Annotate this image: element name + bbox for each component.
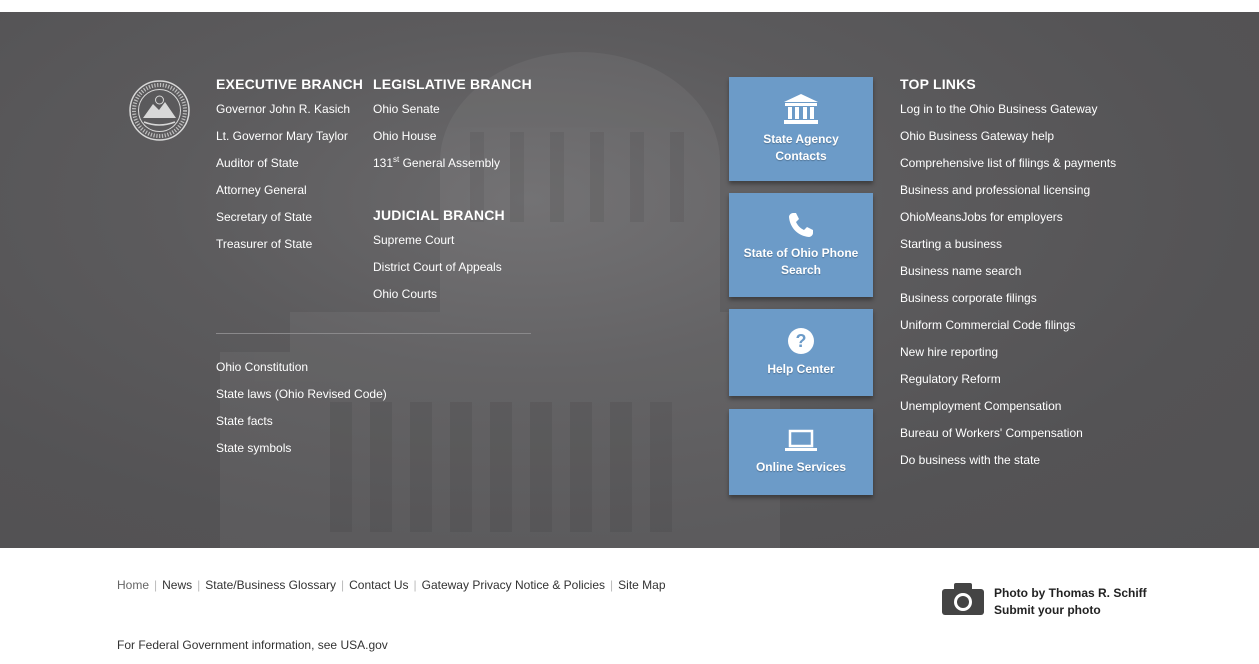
- link-state-facts[interactable]: State facts: [216, 408, 387, 435]
- link-supreme-court[interactable]: Supreme Court: [373, 227, 505, 254]
- top-link[interactable]: Bureau of Workers' Compensation: [900, 420, 1116, 447]
- top-link[interactable]: Log in to the Ohio Business Gateway: [900, 96, 1116, 123]
- federal-text: For Federal Government information, see: [117, 638, 341, 652]
- misc-links-column: Ohio Constitution State laws (Ohio Revis…: [216, 354, 387, 462]
- judicial-branch-column: JUDICIAL BRANCH Supreme Court District C…: [373, 205, 505, 308]
- tile-label: State Agency Contacts: [763, 132, 839, 163]
- footer-bottom: Home | News | State/Business Glossary | Contac…: [0, 548, 1259, 664]
- separator: |: [154, 578, 158, 592]
- tile-help-center[interactable]: ? Help Center: [729, 309, 873, 396]
- link-governor[interactable]: Governor John R. Kasich: [216, 96, 363, 123]
- top-link[interactable]: Unemployment Compensation: [900, 393, 1116, 420]
- government-building-icon: [784, 94, 818, 124]
- top-link[interactable]: New hire reporting: [900, 339, 1116, 366]
- top-links-heading: TOP LINKS: [900, 76, 976, 92]
- assembly-number: 131: [373, 156, 394, 170]
- svg-text:?: ?: [796, 331, 807, 351]
- federal-info: For Federal Government information, see …: [117, 638, 388, 652]
- link-general-assembly[interactable]: 131st General Assembly: [373, 150, 532, 177]
- tile-label: State of Ohio Phone Search: [743, 246, 859, 277]
- laptop-icon: [785, 429, 817, 451]
- footer-main: EXECUTIVE BRANCH Governor John R. Kasich…: [0, 12, 1259, 548]
- tile-state-agency-contacts[interactable]: State Agency Contacts: [729, 77, 873, 181]
- submit-photo-link[interactable]: Submit your photo: [994, 602, 1147, 619]
- executive-branch-heading: EXECUTIVE BRANCH: [216, 76, 364, 92]
- legislative-branch-heading: LEGISLATIVE BRANCH: [373, 76, 532, 92]
- separator: |: [341, 578, 345, 592]
- separator: |: [610, 578, 614, 592]
- question-icon: ?: [788, 328, 814, 354]
- tile-online-services[interactable]: Online Services: [729, 409, 873, 495]
- separator: |: [413, 578, 417, 592]
- tile-label: Help Center: [767, 362, 835, 376]
- top-link[interactable]: Regulatory Reform: [900, 366, 1116, 393]
- legislative-branch-column: LEGISLATIVE BRANCH Ohio Senate Ohio Hous…: [373, 74, 532, 177]
- nav-contact-us[interactable]: Contact Us: [349, 578, 408, 592]
- nav-news[interactable]: News: [162, 578, 192, 592]
- link-ohio-constitution[interactable]: Ohio Constitution: [216, 354, 387, 381]
- column-divider: [216, 333, 531, 334]
- link-ohio-senate[interactable]: Ohio Senate: [373, 96, 532, 123]
- ohio-seal-logo[interactable]: [129, 80, 190, 141]
- link-ohio-courts[interactable]: Ohio Courts: [373, 281, 505, 308]
- top-strip: [0, 0, 1259, 12]
- nav-privacy[interactable]: Gateway Privacy Notice & Policies: [422, 578, 605, 592]
- assembly-rest: General Assembly: [399, 156, 500, 170]
- camera-icon[interactable]: [942, 583, 984, 615]
- phone-icon: [789, 213, 813, 237]
- tile-label: Online Services: [755, 459, 847, 474]
- link-state-symbols[interactable]: State symbols: [216, 435, 387, 462]
- photo-credit-text: Photo by Thomas R. Schiff: [994, 586, 1147, 600]
- separator: |: [197, 578, 201, 592]
- top-link[interactable]: Ohio Business Gateway help: [900, 123, 1116, 150]
- top-link[interactable]: OhioMeansJobs for employers: [900, 204, 1116, 231]
- nav-glossary[interactable]: State/Business Glossary: [205, 578, 336, 592]
- executive-branch-column: EXECUTIVE BRANCH Governor John R. Kasich…: [216, 74, 363, 258]
- link-secretary-of-state[interactable]: Secretary of State: [216, 204, 363, 231]
- link-lt-governor[interactable]: Lt. Governor Mary Taylor: [216, 123, 363, 150]
- usa-gov-link[interactable]: USA.gov: [340, 638, 387, 652]
- link-state-laws[interactable]: State laws (Ohio Revised Code): [216, 381, 387, 408]
- top-link[interactable]: Business name search: [900, 258, 1116, 285]
- link-treasurer[interactable]: Treasurer of State: [216, 231, 363, 258]
- top-link[interactable]: Comprehensive list of filings & payments: [900, 150, 1116, 177]
- judicial-branch-heading: JUDICIAL BRANCH: [373, 207, 505, 223]
- link-district-court[interactable]: District Court of Appeals: [373, 254, 505, 281]
- top-link[interactable]: Do business with the state: [900, 447, 1116, 474]
- link-attorney-general[interactable]: Attorney General: [216, 177, 363, 204]
- top-links-column: TOP LINKS Log in to the Ohio Business Ga…: [900, 74, 1116, 474]
- tile-phone-search[interactable]: State of Ohio Phone Search: [729, 193, 873, 297]
- top-link[interactable]: Business corporate filings: [900, 285, 1116, 312]
- nav-home[interactable]: Home: [117, 578, 149, 592]
- link-auditor[interactable]: Auditor of State: [216, 150, 363, 177]
- top-link[interactable]: Starting a business: [900, 231, 1116, 258]
- nav-site-map[interactable]: Site Map: [618, 578, 665, 592]
- top-link[interactable]: Business and professional licensing: [900, 177, 1116, 204]
- top-link[interactable]: Uniform Commercial Code filings: [900, 312, 1116, 339]
- link-ohio-house[interactable]: Ohio House: [373, 123, 532, 150]
- bottom-nav: Home | News | State/Business Glossary | Contac…: [117, 578, 666, 592]
